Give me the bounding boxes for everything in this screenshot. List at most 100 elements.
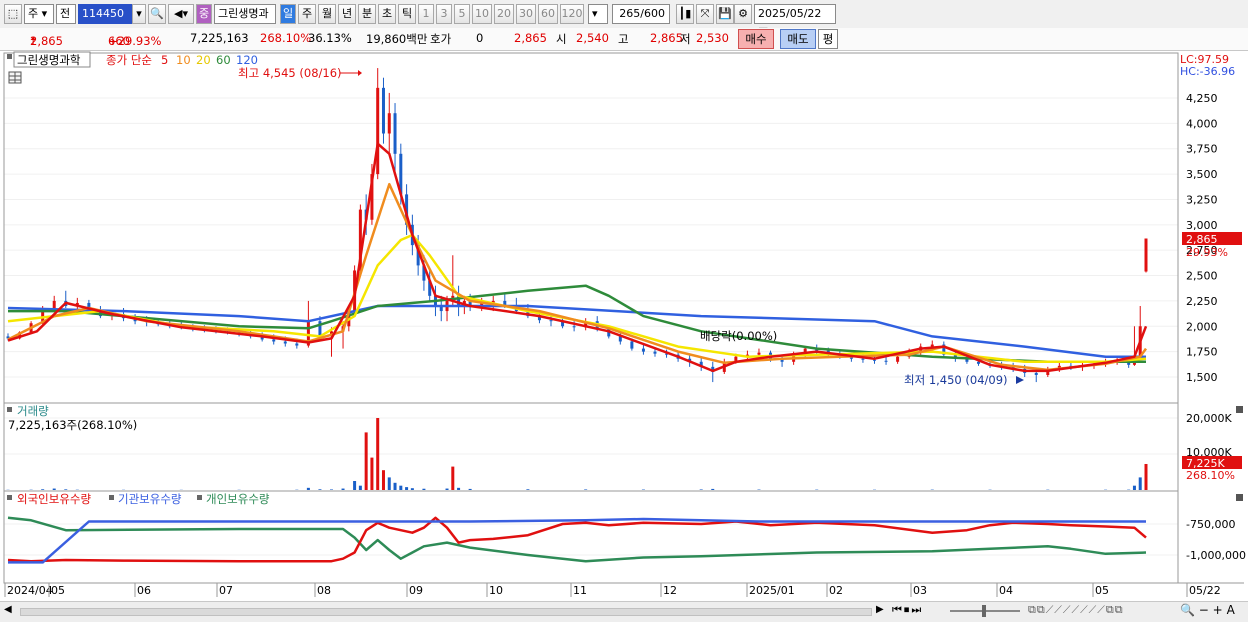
volume-bar [411,488,414,490]
volume-bar [457,488,460,490]
candle-body [550,320,553,321]
current-volume-pct: 268.10% [1186,469,1235,482]
zoom-slider-handle[interactable] [982,605,986,617]
drawing-tools[interactable]: ⧉⧉⟋⟋⟋⟋⟋⟋⟋⧉⧉ [1028,603,1124,617]
num-button-20[interactable]: 20 [494,4,514,24]
period-second-button[interactable]: 초 [378,4,396,24]
hold-panel-close-icon[interactable] [1236,494,1243,501]
speaker-icon[interactable]: ◀▾ [168,4,194,24]
price-tick-label: 2,250 [1186,295,1218,308]
num-button-5[interactable]: 5 [454,4,470,24]
num-button-60[interactable]: 60 [538,4,558,24]
candle-body [1145,239,1148,272]
vol-tick-20000: 20,000K [1186,412,1232,425]
low-note: 최저 1,450 (04/09) [904,373,1008,387]
hold-legend-marker2-icon [109,495,114,500]
interval-select[interactable]: ▾ [588,4,608,24]
x-tick-label: 05 [1095,584,1109,597]
mode2-label: 전 [60,7,70,20]
count-input[interactable]: 265/600 [612,4,670,24]
playback-controls[interactable]: ⏮⏹⏭ [892,603,923,617]
horizontal-scrollbar[interactable] [20,608,872,616]
turnover: 36.13% [308,31,352,45]
open-value: 2,540 [576,31,609,45]
high-note: 최고 4,545 (08/16) [238,66,342,80]
volume-bar [451,467,454,490]
period-minute-button[interactable]: 분 [358,4,376,24]
stock-chart[interactable]: 그린생명과학 종가 단순 5 10 20 60 120 LC:97.59 HC:… [0,51,1248,599]
scroll-left-icon[interactable]: ◀ [4,604,16,618]
candle-body [896,357,899,362]
volume-bar [342,489,345,490]
stock-code: 114450 [82,7,124,20]
legend-foreign: 외국인보유수량 [17,492,91,506]
current-price-tag-text: 2,865 [1186,233,1218,246]
num-button-120[interactable]: 120 [560,4,584,24]
amount: 19,860백만 [366,31,427,47]
zoom-in-icon: + [1213,603,1223,617]
x-tick-label: 08 [317,584,331,597]
volume-value: 7,225,163주(268.10%) [8,418,137,432]
gear-icon[interactable]: ⚙ [734,4,752,24]
save-icon[interactable]: 💾 [716,4,734,24]
date-input[interactable]: 2025/05/22 ▦ [754,4,836,24]
candle-body [272,339,275,341]
eval-button[interactable]: 평 [818,29,838,49]
code-dropdown-icon[interactable]: ▾ [132,4,146,24]
candle-body [757,353,760,355]
vol-legend-marker-icon [7,407,12,412]
open-label: 시 [556,31,567,47]
volume: 7,225,163 [190,31,249,45]
period-week-button[interactable]: 주 [298,4,316,24]
legend-ma120: 120 [236,53,258,67]
candle-body [284,341,287,343]
scroll-right-icon[interactable]: ▶ [876,604,884,615]
price2: 2,865 [514,31,547,45]
crosshair-icon[interactable]: ⤧ [696,4,714,24]
candle-type-icon[interactable]: ┃▮ [676,4,694,24]
mode2-select[interactable]: 전 [56,4,76,24]
num-button-10[interactable]: 10 [472,4,492,24]
volume-bar [446,489,449,490]
num-button-1[interactable]: 1 [418,4,434,24]
volume-title: 거래량 [17,404,49,418]
search-icon[interactable]: 🔍 [148,4,166,24]
legend-individual: 개인보유수량 [206,492,270,506]
window-menu-icon[interactable]: ⬚ [4,4,22,24]
x-tick-label: 09 [409,584,423,597]
volume-panel-close-icon[interactable] [1236,406,1243,413]
hold-legend-marker3-icon [197,495,202,500]
volume-bar [388,477,391,490]
volume-bar [318,489,321,490]
status-bar: ◀ ▶ ⏮⏹⏭ ⧉⧉⟋⟋⟋⟋⟋⟋⟋⧉⧉ 🔍 − + A [0,601,1248,622]
x-tick-label: 03 [913,584,927,597]
mode-select[interactable]: 주 ▾ [24,4,54,24]
num-button-30[interactable]: 30 [516,4,536,24]
current-pct-tag: 29.93% [1186,246,1228,259]
volume-bar [405,487,408,490]
volume-bar [469,489,472,490]
name-badge: 중 [196,4,212,24]
candle-body [388,113,391,133]
x-tick-label: 2025/01 [749,584,795,597]
legend-ma60: 60 [216,53,231,67]
legend-ma20: 20 [196,53,211,67]
period-tick-button[interactable]: 틱 [398,4,416,24]
sell-button[interactable]: 매도 [780,29,816,49]
price-tick-label: 3,750 [1186,143,1218,156]
period-year-button[interactable]: 년 [338,4,356,24]
x-tick-label: 11 [573,584,587,597]
zoom-tools[interactable]: 🔍 − + A [1180,603,1235,617]
buy-button[interactable]: 매수 [738,29,774,49]
hold-tick-1000000: -1,000,000 [1186,549,1246,562]
period-day-button[interactable]: 일 [280,4,296,24]
price-tick-label: 4,250 [1186,92,1218,105]
period-month-button[interactable]: 월 [318,4,336,24]
volume-bar [376,418,379,490]
legend-institution: 기관보유수량 [118,492,182,506]
x-tick-label: 02 [829,584,843,597]
volume-bar [330,489,333,490]
num-button-3[interactable]: 3 [436,4,452,24]
candle-body [376,88,379,174]
toolbar: ⬚ 주 ▾ 전 114450 ▾ 🔍 ◀▾ 중 그린생명과 일 주 월 년 분 … [0,0,1248,29]
